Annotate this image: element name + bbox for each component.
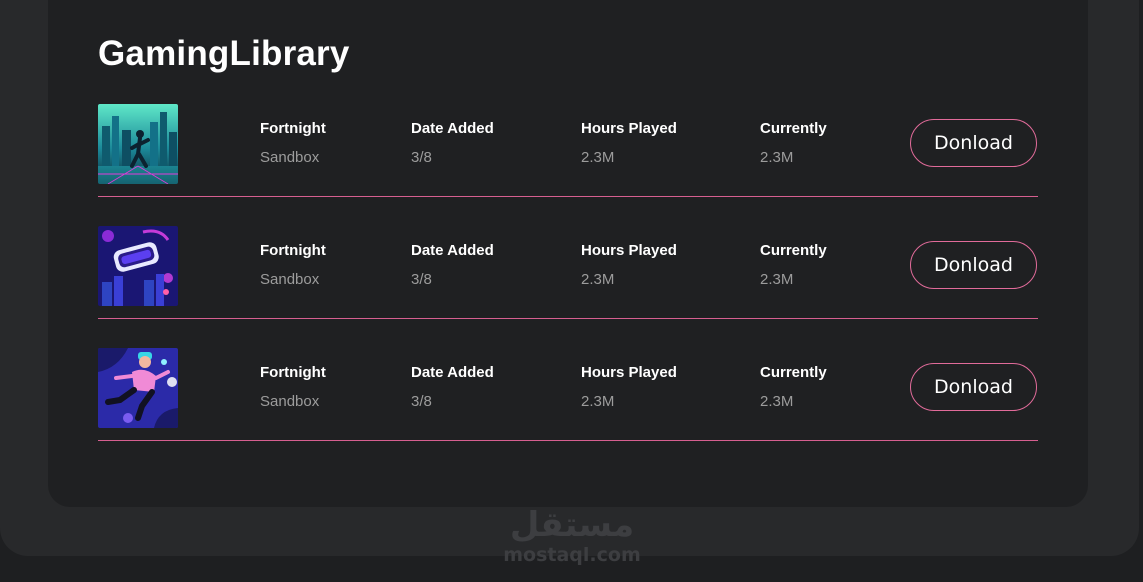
date-added-value: 3/8 [411, 393, 432, 410]
date-added-label: Date Added [411, 364, 494, 381]
date-added-label: Date Added [411, 242, 494, 259]
game-row: Fortnight Sandbox Date Added 3/8 Hours P… [98, 348, 1038, 441]
watermark-url: mostaql.com [503, 544, 641, 566]
download-button[interactable]: Donload [910, 241, 1037, 289]
currently-value: 2.3M [760, 149, 794, 166]
vr-headset-image [98, 226, 178, 306]
hours-played-label: Hours Played [581, 364, 677, 381]
floating-vr-player-image [98, 348, 178, 428]
game-row: Fortnight Sandbox Date Added 3/8 Hours P… [98, 226, 1038, 319]
game-thumbnail [98, 104, 178, 184]
hours-played-value: 2.3M [581, 393, 615, 410]
hours-played-value: 2.3M [581, 271, 615, 288]
neon-city-dancer-image [98, 104, 178, 184]
date-added-value: 3/8 [411, 149, 432, 166]
game-row: Fortnight Sandbox Date Added 3/8 Hours P… [98, 104, 1038, 197]
game-title: Fortnight [260, 120, 326, 137]
game-title: Fortnight [260, 364, 326, 381]
currently-label: Currently [760, 242, 827, 259]
date-added-value: 3/8 [411, 271, 432, 288]
currently-label: Currently [760, 120, 827, 137]
watermark-arabic: مستقل [509, 505, 635, 545]
currently-value: 2.3M [760, 393, 794, 410]
game-title: Fortnight [260, 242, 326, 259]
download-button[interactable]: Donload [910, 119, 1037, 167]
date-added-label: Date Added [411, 120, 494, 137]
currently-value: 2.3M [760, 271, 794, 288]
watermark-logo: مستقل mostaql.com [502, 505, 642, 565]
game-thumbnail [98, 226, 178, 306]
hours-played-value: 2.3M [581, 149, 615, 166]
hours-played-label: Hours Played [581, 120, 677, 137]
game-genre: Sandbox [260, 149, 320, 166]
page-title: GamingLibrary [98, 34, 350, 73]
library-panel: GamingLibrary Fortnight Sandbox Date Add… [48, 0, 1088, 507]
currently-label: Currently [760, 364, 827, 381]
game-genre: Sandbox [260, 393, 320, 410]
game-genre: Sandbox [260, 271, 320, 288]
hours-played-label: Hours Played [581, 242, 677, 259]
download-button[interactable]: Donload [910, 363, 1037, 411]
game-thumbnail [98, 348, 178, 428]
